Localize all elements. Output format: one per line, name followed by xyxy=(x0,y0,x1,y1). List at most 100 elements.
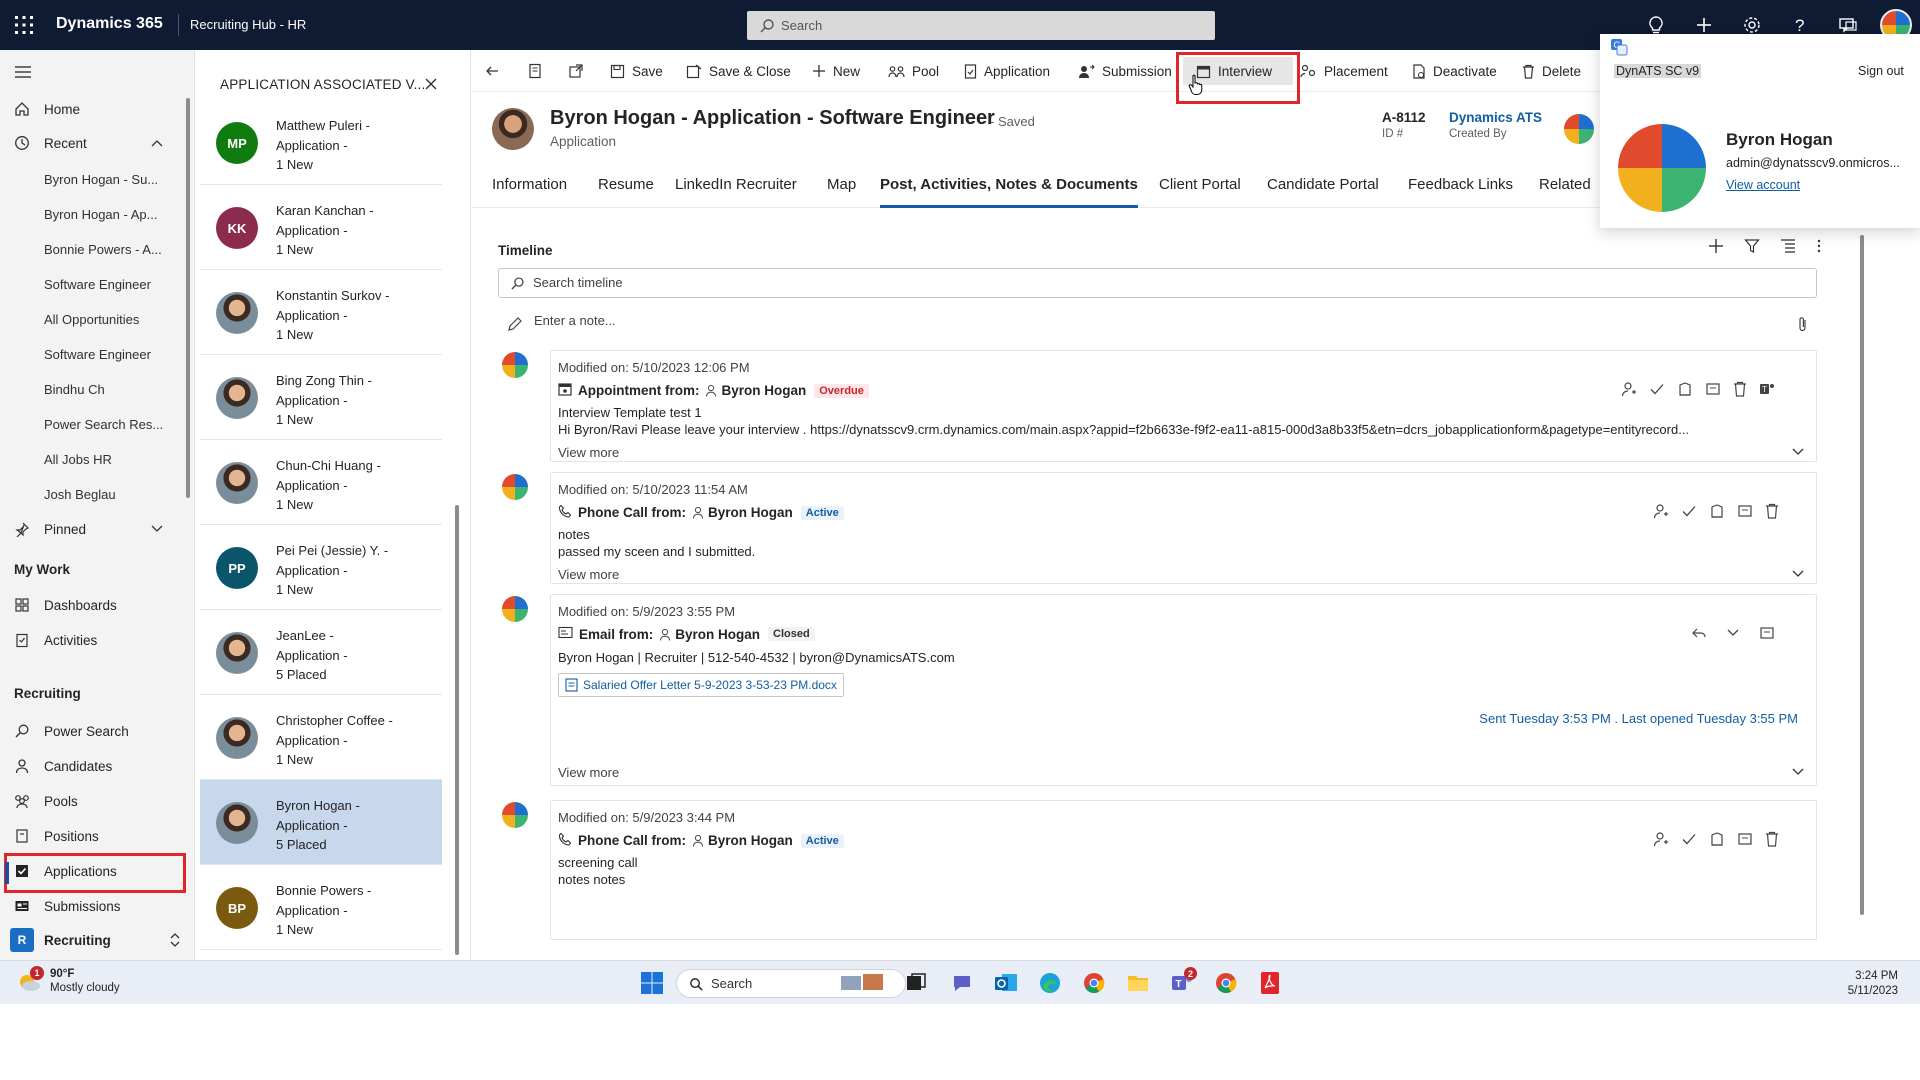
search-highlights-icon[interactable] xyxy=(838,969,888,997)
close-icon[interactable] xyxy=(424,77,438,94)
attachment-link[interactable]: Salaried Offer Letter 5-9-2023 3-53-23 P… xyxy=(558,673,844,697)
assign-icon[interactable] xyxy=(1621,381,1637,400)
global-search-input[interactable]: Search xyxy=(747,11,1215,40)
nav-pools[interactable]: Pools xyxy=(0,784,185,818)
recent-item-9[interactable]: All Jobs HR xyxy=(44,452,174,467)
chevron-down-icon[interactable] xyxy=(1791,765,1805,782)
more-options-icon[interactable] xyxy=(1816,238,1822,257)
delete-button[interactable]: Delete xyxy=(1522,60,1581,82)
recent-item-3[interactable]: Bonnie Powers - A... xyxy=(44,242,174,257)
app-name[interactable]: Recruiting Hub - HR xyxy=(190,17,306,32)
nav-submissions[interactable]: Submissions xyxy=(0,889,185,923)
chevron-down-icon[interactable] xyxy=(1791,567,1805,584)
task-view-icon[interactable] xyxy=(902,969,930,997)
timeline-card[interactable]: Modified on: 5/10/2023 11:54 AM Phone Ca… xyxy=(550,472,1817,584)
recent-item-7[interactable]: Bindhu Ch xyxy=(44,382,174,397)
tab-feedback-links[interactable]: Feedback Links xyxy=(1408,176,1513,193)
list-view-icon[interactable] xyxy=(1780,238,1796,257)
recent-item-6[interactable]: Software Engineer xyxy=(44,347,174,362)
application-button[interactable]: Application xyxy=(964,60,1050,82)
nav-scrollbar[interactable] xyxy=(186,98,190,498)
note-icon[interactable] xyxy=(1737,831,1753,850)
back-button[interactable] xyxy=(484,60,507,82)
edge-icon[interactable] xyxy=(1036,969,1064,997)
nav-positions[interactable]: Positions xyxy=(0,819,185,853)
note-icon[interactable] xyxy=(1759,625,1775,644)
popout-button[interactable] xyxy=(568,60,591,82)
tab-resume[interactable]: Resume xyxy=(598,176,654,193)
form-view-button[interactable] xyxy=(528,60,549,82)
brand-title[interactable]: Dynamics 365 xyxy=(56,15,163,33)
recent-item-1[interactable]: Byron Hogan - Su... xyxy=(44,172,174,187)
chevron-down-icon[interactable] xyxy=(1725,625,1741,644)
checkmark-icon[interactable] xyxy=(1681,831,1697,850)
tab-candidate-portal[interactable]: Candidate Portal xyxy=(1267,176,1379,193)
teams-icon[interactable]: T xyxy=(1759,381,1775,400)
sign-out-link[interactable]: Sign out xyxy=(1858,64,1904,78)
list-item[interactable]: BP Bonnie Powers - Application - 1 New xyxy=(200,865,442,950)
save-close-button[interactable]: Save & Close xyxy=(686,60,791,82)
nav-pinned[interactable]: Pinned xyxy=(0,512,185,546)
chevron-up-icon[interactable] xyxy=(150,136,164,153)
note-input[interactable]: Enter a note... xyxy=(498,306,1817,336)
view-account-link[interactable]: View account xyxy=(1726,178,1800,192)
panel-scrollbar[interactable] xyxy=(455,505,459,955)
tab-post-activities[interactable]: Post, Activities, Notes & Documents xyxy=(880,176,1138,193)
recent-item-4[interactable]: Software Engineer xyxy=(44,277,174,292)
nav-dashboards[interactable]: Dashboards xyxy=(0,588,185,622)
submission-button[interactable]: Submission xyxy=(1078,60,1172,82)
file-explorer-icon[interactable] xyxy=(1124,969,1152,997)
reply-icon[interactable] xyxy=(1691,625,1707,644)
teams-chat-icon[interactable] xyxy=(948,969,976,997)
timeline-card[interactable]: Modified on: 5/9/2023 3:55 PM Email from… xyxy=(550,594,1817,786)
timeline-card[interactable]: Modified on: 5/9/2023 3:44 PM Phone Call… xyxy=(550,800,1817,940)
save-button[interactable]: Save xyxy=(610,60,663,82)
new-button[interactable]: New xyxy=(812,60,860,82)
chrome-profile-icon[interactable] xyxy=(1212,969,1240,997)
outlook-icon[interactable] xyxy=(992,969,1020,997)
tab-related[interactable]: Related xyxy=(1539,176,1591,193)
list-item[interactable]: Chun-Chi Huang - Application - 1 New xyxy=(200,440,442,525)
nav-home[interactable]: Home xyxy=(0,92,185,126)
list-item[interactable]: Byron Hogan - Application - 5 Placed xyxy=(200,780,442,865)
deactivate-button[interactable]: Deactivate xyxy=(1412,60,1497,82)
open-record-icon[interactable] xyxy=(1709,503,1725,522)
assign-icon[interactable] xyxy=(1653,503,1669,522)
assign-icon[interactable] xyxy=(1653,831,1669,850)
translate-icon[interactable]: G xyxy=(1610,38,1628,59)
plus-icon[interactable] xyxy=(1708,238,1724,257)
list-item[interactable]: Bing Zong Thin - Application - 1 New xyxy=(200,355,442,440)
checkmark-icon[interactable] xyxy=(1649,381,1665,400)
chevron-down-icon[interactable] xyxy=(150,522,164,539)
list-item[interactable]: Christopher Coffee - Application - 1 New xyxy=(200,695,442,780)
recent-item-5[interactable]: All Opportunities xyxy=(44,312,174,327)
chevron-down-icon[interactable] xyxy=(1791,445,1805,462)
view-more-link[interactable]: View more xyxy=(558,765,619,780)
nav-candidates[interactable]: Candidates xyxy=(0,749,185,783)
paperclip-icon[interactable] xyxy=(1798,313,1808,343)
recent-item-10[interactable]: Josh Beglau xyxy=(44,487,174,502)
list-item[interactable]: MP Matthew Puleri - Application - 1 New xyxy=(200,100,442,185)
view-more-link[interactable]: View more xyxy=(558,567,619,582)
recent-item-8[interactable]: Power Search Res... xyxy=(44,417,174,432)
taskbar-clock[interactable]: 3:24 PM 5/11/2023 xyxy=(1838,969,1898,999)
filter-icon[interactable] xyxy=(1744,238,1760,257)
recent-item-2[interactable]: Byron Hogan - Ap... xyxy=(44,207,174,222)
list-item[interactable]: JeanLee - Application - 5 Placed xyxy=(200,610,442,695)
tab-client-portal[interactable]: Client Portal xyxy=(1159,176,1241,193)
weather-widget[interactable]: 1 90°F Mostly cloudy xyxy=(16,966,120,995)
timeline-card[interactable]: Modified on: 5/10/2023 12:06 PM Appointm… xyxy=(550,350,1817,462)
entry-person[interactable]: Byron Hogan xyxy=(659,627,760,642)
note-icon[interactable] xyxy=(1705,381,1721,400)
hamburger-icon[interactable] xyxy=(14,64,32,83)
placement-button[interactable]: Placement xyxy=(1300,60,1388,82)
list-item[interactable]: KK Karan Kanchan - Application - 1 New xyxy=(200,185,442,270)
checkmark-icon[interactable] xyxy=(1681,503,1697,522)
created-by-value[interactable]: Dynamics ATS xyxy=(1449,110,1542,125)
note-icon[interactable] xyxy=(1737,503,1753,522)
acrobat-icon[interactable] xyxy=(1256,969,1284,997)
entry-person[interactable]: Byron Hogan xyxy=(692,833,793,848)
entry-person[interactable]: Byron Hogan xyxy=(692,505,793,520)
trash-icon[interactable] xyxy=(1765,831,1779,850)
form-scrollbar[interactable] xyxy=(1860,235,1864,915)
